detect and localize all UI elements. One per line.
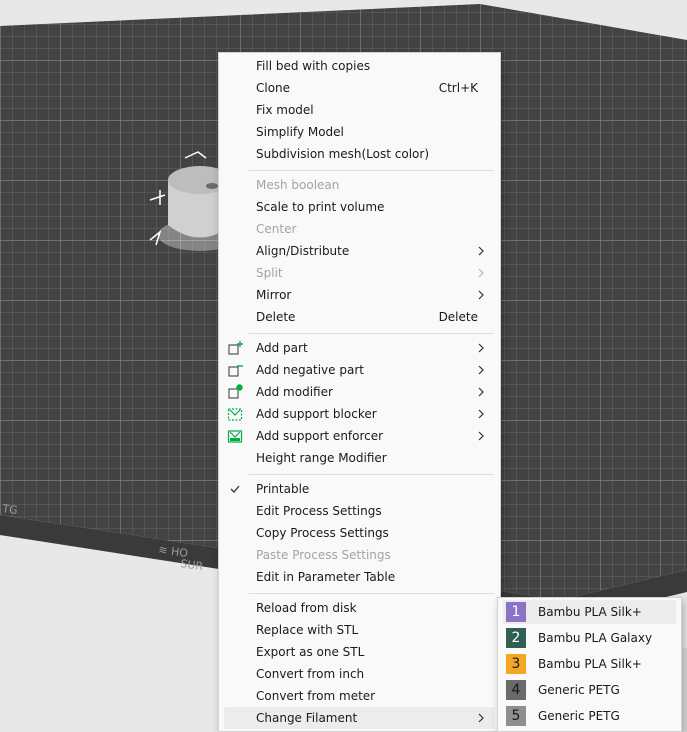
menu-item-center: Center [224, 218, 495, 240]
filament-name: Generic PETG [538, 683, 620, 697]
support-enforcer-icon [227, 430, 243, 443]
filament-color-swatch: 4 [506, 680, 526, 700]
menu-item-add-negative-part[interactable]: Add negative part [224, 359, 495, 381]
menu-item-fill-bed-with-copies[interactable]: Fill bed with copies [224, 55, 495, 77]
filament-color-swatch: 1 [506, 602, 526, 622]
change-filament-submenu: 1 Bambu PLA Silk+ 2 Bambu PLA Galaxy 3 B… [497, 597, 682, 732]
menu-item-label: Add modifier [256, 385, 333, 399]
filament-item-1[interactable]: 1 Bambu PLA Silk+ [503, 600, 676, 624]
menu-item-align-distribute[interactable]: Align/Distribute [224, 240, 495, 262]
menu-item-simplify-model[interactable]: Simplify Model [224, 121, 495, 143]
menu-item-convert-from-meter[interactable]: Convert from meter [224, 685, 495, 707]
chevron-right-icon [478, 343, 484, 353]
menu-item-subdivision-mesh[interactable]: Subdivision mesh(Lost color) [224, 143, 495, 165]
add-negative-part-icon [228, 365, 243, 377]
chevron-right-icon [478, 290, 484, 300]
menu-item-mirror[interactable]: Mirror [224, 284, 495, 306]
menu-separator [249, 593, 494, 594]
plate-marking: TG [1, 502, 19, 517]
menu-item-add-modifier[interactable]: Add modifier [224, 381, 495, 403]
menu-item-reload-from-disk[interactable]: Reload from disk [224, 597, 495, 619]
filament-color-swatch: 5 [506, 706, 526, 726]
menu-item-label: Replace with STL [256, 623, 359, 637]
menu-item-label: Mesh boolean [256, 178, 340, 192]
shortcut-label: Ctrl+K [438, 81, 478, 95]
menu-item-label: Scale to print volume [256, 200, 385, 214]
menu-item-label: Align/Distribute [256, 244, 350, 258]
menu-item-label: Edit Process Settings [256, 504, 382, 518]
menu-item-label: Add support blocker [256, 407, 377, 421]
menu-item-add-part[interactable]: Add part [224, 337, 495, 359]
filament-item-5[interactable]: 5 Generic PETG [503, 704, 676, 728]
menu-item-label: Height range Modifier [256, 451, 387, 465]
menu-item-copy-process-settings[interactable]: Copy Process Settings [224, 522, 495, 544]
filament-item-2[interactable]: 2 Bambu PLA Galaxy [503, 626, 676, 650]
chevron-right-icon [478, 713, 484, 723]
filament-color-swatch: 3 [506, 654, 526, 674]
add-modifier-icon [228, 384, 243, 399]
menu-item-label: Center [256, 222, 297, 236]
menu-separator [249, 474, 494, 475]
chevron-right-icon [478, 268, 484, 278]
menu-item-fix-model[interactable]: Fix model [224, 99, 495, 121]
menu-item-label: Add part [256, 341, 308, 355]
menu-item-add-support-blocker[interactable]: Add support blocker [224, 403, 495, 425]
menu-item-edit-in-parameter-table[interactable]: Edit in Parameter Table [224, 566, 495, 588]
chevron-right-icon [478, 246, 484, 256]
menu-item-label: Add support enforcer [256, 429, 384, 443]
menu-item-label: Fix model [256, 103, 314, 117]
menu-item-label: Edit in Parameter Table [256, 570, 396, 584]
filament-color-swatch: 2 [506, 628, 526, 648]
menu-item-label: Printable [256, 482, 310, 496]
support-blocker-icon [227, 408, 243, 421]
menu-item-replace-with-stl[interactable]: Replace with STL [224, 619, 495, 641]
filament-item-4[interactable]: 4 Generic PETG [503, 678, 676, 702]
shortcut-label: Delete [438, 310, 478, 324]
chevron-right-icon [478, 409, 484, 419]
chevron-right-icon [478, 431, 484, 441]
check-icon [230, 485, 240, 493]
filament-name: Bambu PLA Silk+ [538, 605, 642, 619]
filament-name: Bambu PLA Silk+ [538, 657, 642, 671]
menu-item-paste-process-settings: Paste Process Settings [224, 544, 495, 566]
filament-name: Bambu PLA Galaxy [538, 631, 653, 645]
menu-item-label: Paste Process Settings [256, 548, 391, 562]
menu-item-label: Fill bed with copies [256, 59, 371, 73]
context-menu: Fill bed with copies Clone Ctrl+K Fix mo… [218, 52, 501, 732]
menu-item-label: Convert from meter [256, 689, 376, 703]
menu-item-label: Change Filament [256, 711, 358, 725]
menu-item-label: Add negative part [256, 363, 364, 377]
menu-item-label: Simplify Model [256, 125, 344, 139]
chevron-right-icon [478, 365, 484, 375]
menu-item-label: Export as one STL [256, 645, 365, 659]
menu-item-printable[interactable]: Printable [224, 478, 495, 500]
menu-item-mesh-boolean: Mesh boolean [224, 174, 495, 196]
menu-item-add-support-enforcer[interactable]: Add support enforcer [224, 425, 495, 447]
menu-separator [249, 170, 494, 171]
menu-item-label: Reload from disk [256, 601, 357, 615]
menu-item-delete[interactable]: Delete Delete [224, 306, 495, 328]
chevron-right-icon [478, 387, 484, 397]
menu-item-change-filament[interactable]: Change Filament [224, 707, 495, 729]
menu-item-split: Split [224, 262, 495, 284]
filament-name: Generic PETG [538, 709, 620, 723]
menu-item-label: Split [256, 266, 283, 280]
menu-item-clone[interactable]: Clone Ctrl+K [224, 77, 495, 99]
menu-item-label: Subdivision mesh(Lost color) [256, 147, 430, 161]
menu-item-label: Clone [256, 81, 291, 95]
filament-item-3[interactable]: 3 Bambu PLA Silk+ [503, 652, 676, 676]
menu-item-label: Delete [256, 310, 296, 324]
menu-item-height-range-modifier[interactable]: Height range Modifier [224, 447, 495, 469]
menu-item-convert-from-inch[interactable]: Convert from inch [224, 663, 495, 685]
add-part-icon [228, 341, 243, 355]
menu-item-scale-to-print-volume[interactable]: Scale to print volume [224, 196, 495, 218]
menu-item-label: Copy Process Settings [256, 526, 389, 540]
menu-item-label: Mirror [256, 288, 292, 302]
menu-item-edit-process-settings[interactable]: Edit Process Settings [224, 500, 495, 522]
menu-item-export-as-one-stl[interactable]: Export as one STL [224, 641, 495, 663]
menu-separator [249, 333, 494, 334]
menu-item-label: Convert from inch [256, 667, 365, 681]
